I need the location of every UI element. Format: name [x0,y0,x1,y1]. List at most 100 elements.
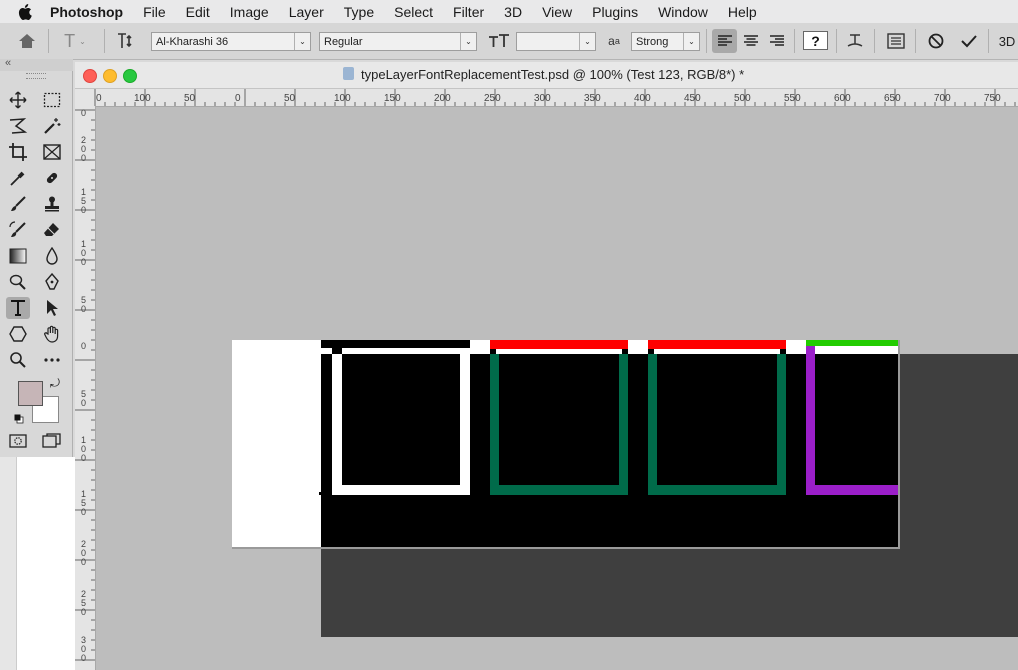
history-brush-icon[interactable] [6,219,30,241]
ruler-label: 100 [334,93,351,104]
menu-bar: Photoshop File Edit Image Layer Type Sel… [0,0,1018,23]
character-panel-icon[interactable] [885,31,907,51]
gradient-tool-icon[interactable] [6,245,30,267]
menu-3d[interactable]: 3D [504,4,522,20]
ruler-label: 50 [184,93,196,104]
align-right-icon[interactable] [766,31,788,51]
glyph-green-right [619,354,628,495]
ruler-label: 350 [584,93,601,104]
lasso-tool-icon[interactable] [6,115,30,137]
foreground-color-swatch[interactable] [18,381,43,406]
path-selection-icon[interactable] [40,297,64,319]
panel-grip[interactable] [26,73,46,79]
ruler-label: 550 [784,93,801,104]
menu-view[interactable]: View [542,4,572,20]
background-panel-column [16,457,76,670]
zoom-tool-icon[interactable] [6,349,30,371]
glyph-gap [786,340,806,354]
warp-text-icon[interactable] [844,31,866,51]
collapse-panel-icon[interactable]: « [5,57,11,69]
ruler-label: 0 [96,93,102,104]
menu-edit[interactable]: Edit [186,4,210,20]
tools-panel: ⤾ [0,71,73,458]
maximize-window-icon[interactable] [123,69,137,83]
vertical-ruler[interactable]: 0 2 0 0 1 5 0 1 0 0 5 0 0 5 0 1 0 0 1 5 … [75,106,96,670]
ruler-label: 0 [235,93,241,104]
menu-window[interactable]: Window [658,4,708,20]
text-cursor [319,492,322,495]
menu-help[interactable]: Help [728,4,757,20]
align-center-icon[interactable] [740,31,762,51]
document-title: typeLayerFontReplacementTest.psd @ 100% … [361,67,745,82]
home-icon[interactable] [16,31,38,51]
brush-tool-icon[interactable] [6,193,30,215]
quick-mask-icon[interactable] [6,430,30,452]
ruler-label: 1 0 0 [81,435,87,463]
menu-photoshop[interactable]: Photoshop [50,4,123,20]
font-style-dropdown[interactable]: Regular ⌄ [319,32,477,51]
swap-colors-icon[interactable]: ⤾ [50,376,60,391]
menu-image[interactable]: Image [230,4,269,20]
glyph-bottom [332,485,470,495]
align-left-icon[interactable] [712,29,737,53]
background-panel [0,457,76,670]
blur-tool-icon[interactable] [40,245,64,267]
ruler-label: 500 [734,93,751,104]
hand-tool-icon[interactable] [40,323,64,345]
screen-mode-icon[interactable] [40,430,64,452]
ruler-label: 5 0 [81,389,87,408]
cancel-icon[interactable] [925,31,947,51]
menu-plugins[interactable]: Plugins [592,4,638,20]
document-canvas[interactable] [96,107,1018,670]
dodge-tool-icon[interactable] [6,271,30,293]
eyedropper-tool-icon[interactable] [6,167,30,189]
marquee-tool-icon[interactable] [40,89,64,111]
separator [104,29,105,53]
crop-tool-icon[interactable] [6,141,30,163]
shape-tool-icon[interactable] [6,323,30,345]
type-tool-icon[interactable] [6,297,30,319]
ruler-label: 650 [884,93,901,104]
default-colors-icon[interactable] [14,411,24,424]
more-tools-icon[interactable] [40,349,64,371]
menu-select[interactable]: Select [394,4,433,20]
type-tool-preset-icon[interactable]: T ⌄ [58,31,92,51]
menu-type[interactable]: Type [344,4,374,20]
glyph-white-strip [496,349,622,354]
healing-brush-icon[interactable] [40,167,64,189]
menu-filter[interactable]: Filter [453,4,484,20]
eraser-tool-icon[interactable] [40,219,64,241]
text-orientation-icon[interactable] [112,31,138,51]
minimize-window-icon[interactable] [103,69,117,83]
ruler-label: 2 5 0 [81,589,87,617]
separator [794,29,795,53]
clone-stamp-icon[interactable] [40,193,64,215]
horizontal-ruler[interactable]: 0 100 50 0 50 100 150 200 250 300 350 40… [75,89,1018,107]
separator [915,29,916,53]
glyph-purple-bottom [806,485,898,495]
frame-tool-icon[interactable] [40,141,64,163]
magic-wand-icon[interactable] [40,115,64,137]
ruler-label: 450 [684,93,701,104]
menu-layer[interactable]: Layer [289,4,324,20]
tools-panel-header[interactable]: « [0,57,73,71]
chevron-down-icon: ⌄ [460,33,476,50]
canvas-area[interactable] [96,107,1018,670]
ruler-label: 1 0 0 [81,239,87,267]
text-color-swatch-icon[interactable]: ? [803,31,828,50]
font-size-icon [486,31,512,51]
font-family-dropdown[interactable]: Al-Kharashi 36 ⌄ [151,32,311,51]
close-window-icon[interactable] [83,69,97,83]
move-tool-icon[interactable] [6,89,30,111]
glyph-gap [628,340,648,354]
glyph-white-strip [815,346,898,354]
font-size-dropdown[interactable]: ⌄ [516,32,596,51]
anti-alias-dropdown[interactable]: Strong ⌄ [631,32,700,51]
apple-icon[interactable] [18,3,36,20]
pen-tool-icon[interactable] [40,271,64,293]
commit-check-icon[interactable] [958,31,980,51]
3d-mode-button[interactable]: 3D [996,31,1018,51]
document-title-bar[interactable]: typeLayerFontReplacementTest.psd @ 100% … [75,62,1018,89]
menu-file[interactable]: File [143,4,166,20]
font-style-value: Regular [324,35,363,48]
